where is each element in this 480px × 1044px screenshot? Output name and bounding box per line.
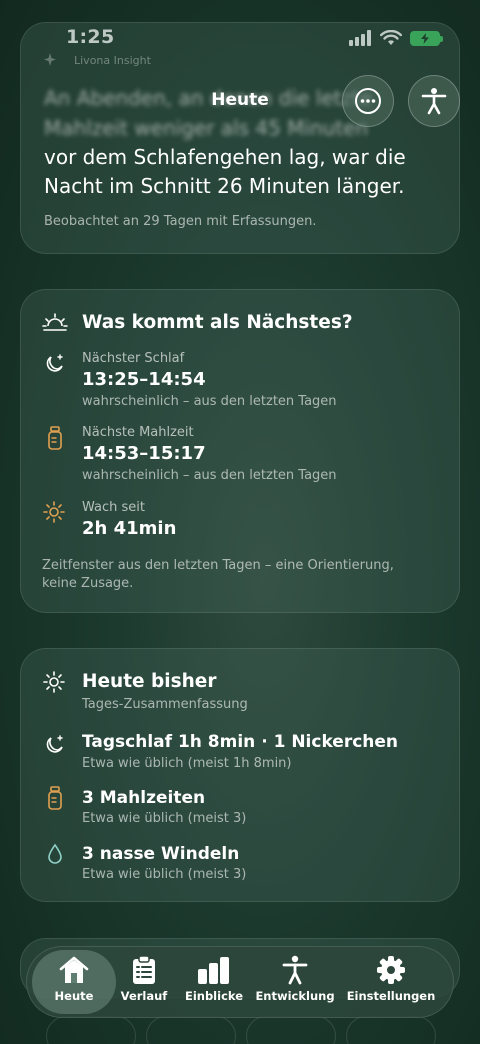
insight-text-line-3: vor dem Schlafengehen lag, war die [44,145,406,169]
next-meal-value: 14:53–15:17 [82,443,206,464]
awake-since-label: Wach seit [82,500,145,515]
next-footer-line-1: Zeitfenster aus den letzten Tagen – eine… [42,558,394,573]
quick-action-peek [346,1016,436,1044]
today-nap-value: Tagschlaf 1h 8min · 1 Nickerchen [82,732,399,752]
insight-label: Livona Insight [74,54,151,67]
next-sleep-label: Nächster Schlaf [82,351,185,366]
house-icon [59,956,89,983]
droplet-icon [48,843,62,864]
sunrise-icon [42,313,68,331]
awake-since-value: 2h 41min [82,518,177,539]
sparkle-icon [44,53,56,66]
next-footer-line-2: keine Zusage. [42,576,134,591]
tab-einblicke-label: Einblicke [184,989,244,1003]
today-meals-note: Etwa wie üblich (meist 3) [82,811,247,826]
tab-einstellungen[interactable]: Einstellungen [346,955,436,1003]
next-meal-note: wahrscheinlich – aus den letzten Tagen [82,468,337,483]
bar-chart-icon [198,957,229,984]
moon-stars-icon [46,735,63,753]
next-meal-label: Nächste Mahlzeit [82,425,194,440]
tab-verlauf[interactable]: Verlauf [116,955,172,1003]
tab-entwicklung-label: Entwicklung [255,989,335,1003]
moon-stars-icon [46,354,63,372]
person-icon [421,88,447,115]
person-icon [282,955,308,985]
tab-einblicke[interactable]: Einblicke [180,955,248,1003]
sun-icon-awake [43,501,65,523]
gear-icon [377,956,405,984]
quick-action-peek [146,1016,236,1044]
insight-note: Beobachtet an 29 Tagen mit Erfassungen. [44,214,317,229]
today-meals-value: 3 Mahlzeiten [82,788,206,808]
tab-entwicklung[interactable]: Entwicklung [252,955,338,1003]
bottle-icon [48,786,62,810]
today-card-title: Heute bisher [82,671,217,692]
ellipsis-circle-icon [355,88,381,114]
next-sleep-value: 13:25–14:54 [82,369,206,390]
insight-text-line-4: Nacht im Schnitt 26 Minuten länger. [44,174,405,198]
quick-action-peek [246,1016,336,1044]
more-button[interactable] [342,75,394,127]
today-card-subtitle: Tages-Zusammenfassung [82,697,248,712]
today-diapers-note: Etwa wie üblich (meist 3) [82,867,247,882]
bottle-icon [48,426,62,450]
tab-einstellungen-label: Einstellungen [346,989,436,1003]
tab-heute-label: Heute [54,989,94,1003]
insight-text-line-2: Mahlzeit weniger als 45 Minuten [44,116,369,140]
clipboard-icon [133,955,155,984]
tab-heute[interactable]: Heute [32,955,116,1003]
accessibility-button[interactable] [408,75,460,127]
tab-verlauf-label: Verlauf [120,989,168,1003]
next-card-title: Was kommt als Nächstes? [82,312,353,333]
today-diapers-value: 3 nasse Windeln [82,844,240,864]
quick-action-peek [46,1016,136,1044]
next-sleep-note: wahrscheinlich – aus den letzten Tagen [82,394,337,409]
sun-icon [43,671,65,693]
today-nap-note: Etwa wie üblich (meist 1h 8min) [82,756,292,771]
